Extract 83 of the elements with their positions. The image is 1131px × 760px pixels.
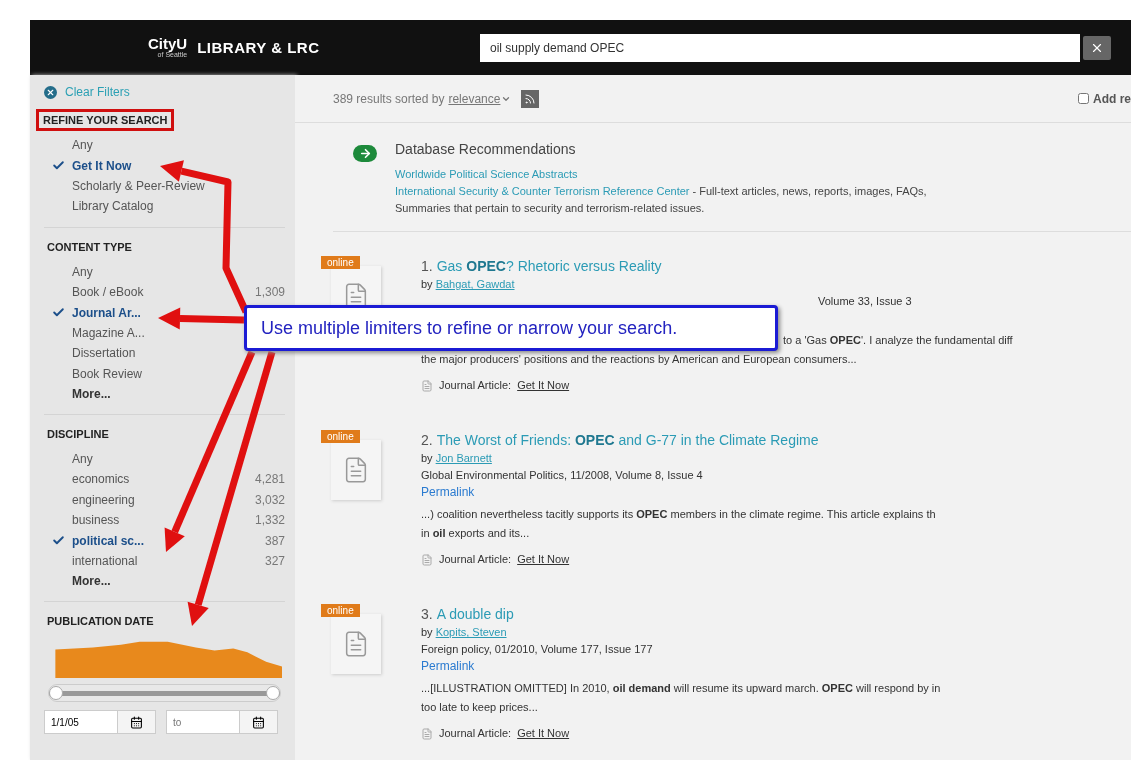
result-source: Foreign policy, 01/2010, Volume 177, Issue 177 xyxy=(421,642,653,657)
database-entry: International Security & Counter Terrorism Reference Center - Full-text articles, news, reports, images, FAQs, xyxy=(395,184,927,199)
get-it-now-link[interactable]: Get It Now xyxy=(517,725,570,742)
date-from-field[interactable]: 1/1/05 xyxy=(44,710,118,735)
result-source: Global Environmental Politics, 11/2008, Volume 8, Issue 4 xyxy=(421,468,703,483)
filter-option[interactable]: business xyxy=(72,513,120,528)
online-badge: online xyxy=(321,430,360,443)
more-link[interactable]: More... xyxy=(72,571,111,592)
result-snippet: in oil exports and its... xyxy=(421,526,530,541)
document-icon xyxy=(421,553,433,566)
result-type: Journal Article: xyxy=(439,378,512,393)
filter-option[interactable]: Scholarly & Peer-Review xyxy=(72,178,205,193)
sort-dropdown[interactable]: relevance xyxy=(448,91,512,106)
site-title: LIBRARY & LRC xyxy=(197,39,320,56)
filter-count: 1,309 xyxy=(254,285,285,300)
result-number: 3. xyxy=(421,605,433,623)
section-heading: REFINE YOUR SEARCH xyxy=(36,109,175,131)
get-it-now-link[interactable]: Get It Now xyxy=(517,551,570,568)
result-number: 2. xyxy=(421,431,433,449)
callout-note: Use multiple limiters to refine or narrow your search. xyxy=(244,305,778,351)
date-to-field[interactable]: to xyxy=(166,710,240,735)
result-snippet: too late to keep prices... xyxy=(421,700,538,715)
calendar-button[interactable] xyxy=(118,710,156,735)
document-icon xyxy=(421,379,433,392)
filter-count: 1,332 xyxy=(254,513,285,528)
filter-option[interactable]: Book Review xyxy=(72,366,143,381)
filter-option[interactable]: Dissertation xyxy=(72,346,136,361)
filter-option[interactable]: engineering xyxy=(72,492,135,507)
result-snippet: ...[ILLUSTRATION OMITTED] In 2010, oil demand will resume its upward march. OPEC will respond by in xyxy=(421,681,941,696)
filter-option[interactable]: Journal Ar... xyxy=(72,305,141,320)
filter-option[interactable]: international xyxy=(72,554,138,569)
filter-option[interactable]: Any xyxy=(72,452,93,467)
more-link[interactable]: More... xyxy=(72,383,111,404)
filter-option[interactable]: Magazine A... xyxy=(72,325,145,340)
filter-option[interactable]: Book / eBook xyxy=(72,285,144,300)
section-heading: CONTENT TYPE xyxy=(46,239,133,255)
by-label: by xyxy=(421,625,433,640)
slider-handle[interactable] xyxy=(49,686,63,701)
rss-icon[interactable] xyxy=(521,89,540,108)
filter-option[interactable]: economics xyxy=(72,472,130,487)
by-label: by xyxy=(421,277,433,292)
result-snippet: the major producers' positions and the reactions by American and European consumers... xyxy=(421,352,857,367)
result-snippet: ...) coalition nevertheless tacitly supports its OPEC members in the climate regime. This article explains th xyxy=(421,507,936,522)
filter-count: 3,032 xyxy=(254,492,285,507)
online-badge: online xyxy=(321,256,360,269)
result-type: Journal Article: xyxy=(439,726,512,741)
filter-count: 327 xyxy=(264,554,285,569)
result-source: Volume 33, Issue 3 xyxy=(818,294,912,309)
result-number: 1. xyxy=(421,257,433,275)
result-snippet: to a 'Gas OPEC'. I analyze the fundamental diff xyxy=(783,333,1013,348)
filter-option[interactable]: Any xyxy=(72,138,93,153)
filter-option[interactable]: Library Catalog xyxy=(72,199,154,214)
result-title[interactable]: The Worst of Friends: OPEC and G-77 in the Climate Regime xyxy=(436,431,819,449)
section-heading: DISCIPLINE xyxy=(46,426,110,442)
database-description: Summaries that pertain to security and terrorism-related issues. xyxy=(395,201,706,216)
filter-option[interactable]: political sc... xyxy=(72,533,145,548)
filter-count: 387 xyxy=(264,533,285,548)
add-results-checkbox[interactable] xyxy=(1078,93,1089,104)
results-summary: 389 results sorted by xyxy=(333,91,445,106)
add-results-label: Add re xyxy=(1093,91,1131,106)
filter-option[interactable]: Any xyxy=(72,264,93,279)
by-label: by xyxy=(421,451,433,466)
result-type: Journal Article: xyxy=(439,552,512,567)
online-badge: online xyxy=(321,604,360,617)
slider-handle[interactable] xyxy=(266,686,280,701)
arrow-right-icon xyxy=(353,145,377,162)
permalink[interactable]: Permalink xyxy=(421,484,475,501)
calendar-button[interactable] xyxy=(240,710,278,735)
result-title[interactable]: Gas OPEC? Rhetoric versus Reality xyxy=(436,257,662,275)
logo-text: CityU xyxy=(148,36,188,51)
recommendations-title: Database Recommendations xyxy=(395,141,577,158)
search-field[interactable]: oil supply demand OPEC xyxy=(480,33,1080,62)
date-range-slider[interactable] xyxy=(48,684,281,703)
document-icon xyxy=(421,727,433,740)
calendar-icon xyxy=(252,715,265,729)
permalink[interactable]: Permalink xyxy=(421,658,475,675)
filter-count: 4,281 xyxy=(254,472,285,487)
filter-option[interactable]: Get It Now xyxy=(72,158,132,173)
clear-icon xyxy=(44,85,57,99)
calendar-icon xyxy=(130,715,143,729)
clear-search-button[interactable] xyxy=(1083,35,1111,60)
section-heading: PUBLICATION DATE xyxy=(46,614,155,630)
get-it-now-link[interactable]: Get It Now xyxy=(517,377,570,394)
